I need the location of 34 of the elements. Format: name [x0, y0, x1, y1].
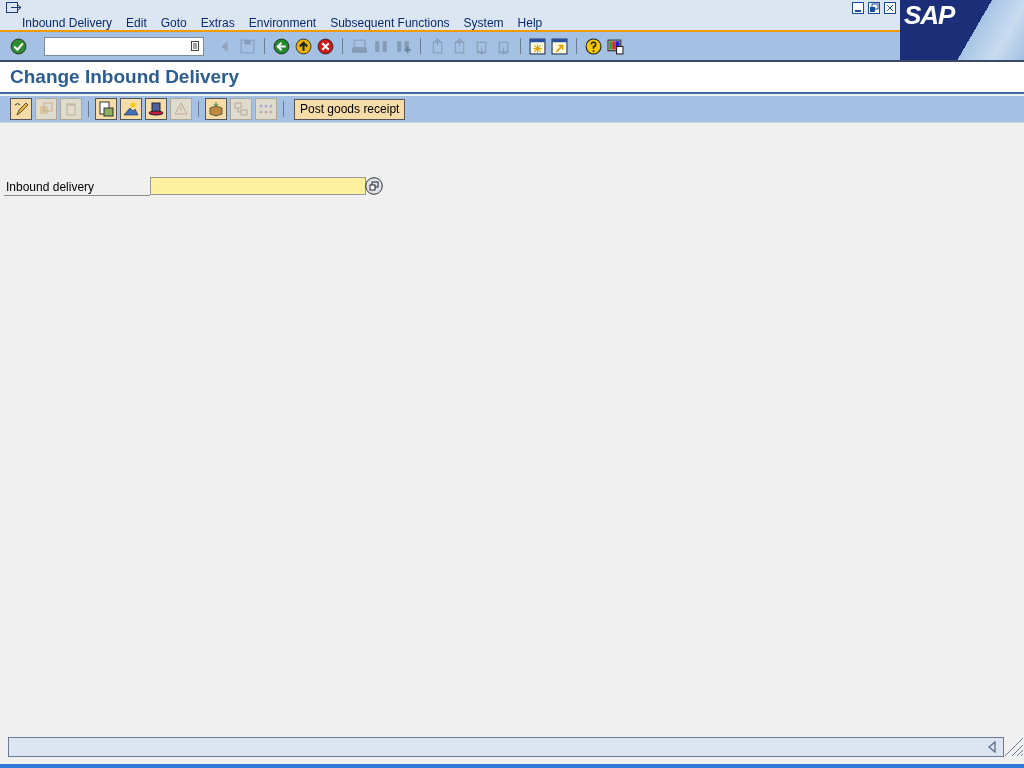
triangle-icon[interactable] [987, 741, 997, 753]
shortcut-icon[interactable] [551, 37, 568, 55]
new-window-icon[interactable] [529, 37, 546, 55]
document-icon[interactable] [95, 98, 117, 120]
screen-title: Change Inbound Delivery [10, 66, 240, 88]
pencil-icon[interactable] [10, 98, 32, 120]
close-icon[interactable] [884, 2, 896, 14]
command-field[interactable] [44, 36, 204, 56]
logo: SAP [900, 0, 1024, 60]
menu-item[interactable]: Edit [126, 16, 147, 30]
restore-icon[interactable] [868, 2, 880, 14]
menu-item[interactable]: Environment [248, 16, 317, 30]
value-help-icon[interactable] [365, 177, 383, 195]
back-icon[interactable] [273, 37, 290, 55]
cancel-icon[interactable] [317, 37, 334, 55]
list-icon[interactable] [191, 41, 199, 51]
menu-item[interactable]: Extras [200, 16, 235, 30]
help-icon[interactable] [585, 37, 602, 55]
menu-item[interactable]: Help [517, 16, 543, 30]
post-goods-receipt-button[interactable]: Post goods receipt [294, 98, 406, 120]
menu-item[interactable]: System [463, 16, 504, 30]
check-icon[interactable] [10, 37, 27, 55]
menu-item[interactable]: Goto [160, 16, 187, 30]
exit-icon[interactable] [295, 37, 312, 55]
resize-grip-icon[interactable] [1004, 737, 1024, 757]
inbound-delivery-field[interactable] [150, 177, 366, 195]
menu-item[interactable]: Subsequent Functions [330, 16, 450, 30]
monitor-icon[interactable] [607, 37, 624, 55]
system-menu-icon[interactable] [6, 2, 22, 14]
menu-item[interactable]: Inbound Delivery [22, 16, 113, 30]
mountain-icon[interactable] [120, 98, 142, 120]
minimize-icon[interactable] [852, 2, 864, 14]
box-icon[interactable] [205, 98, 227, 120]
hat-icon[interactable] [145, 98, 167, 120]
